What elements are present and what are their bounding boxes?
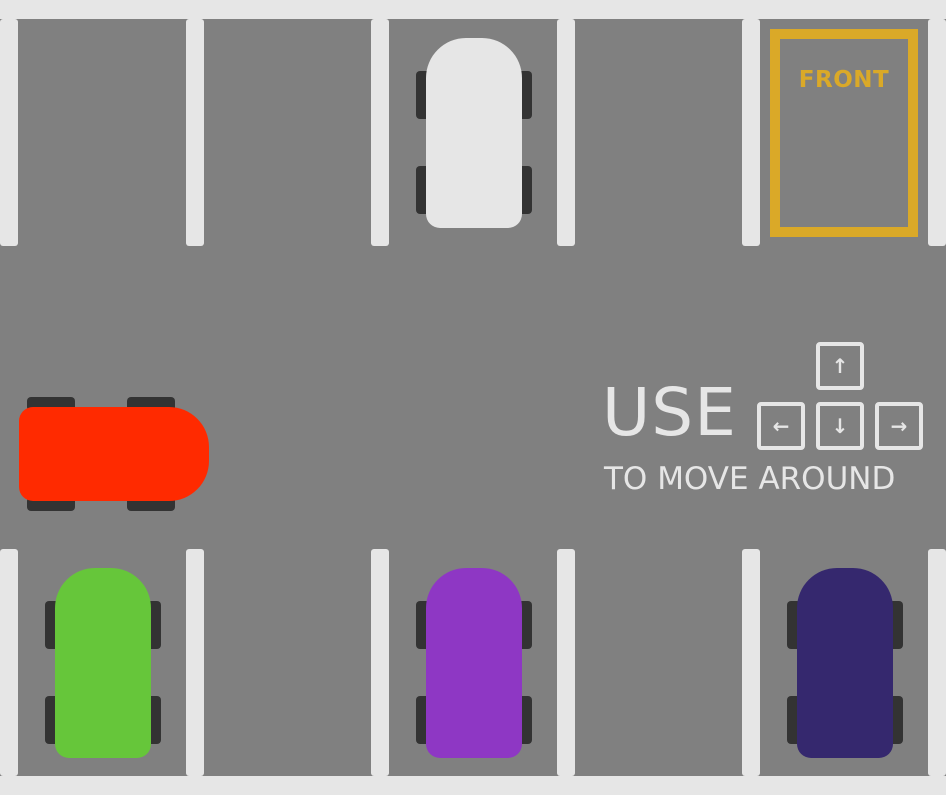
down-arrow-key-icon: ↓ [816,402,864,450]
car-body [426,568,522,758]
parking-line-bottom-3 [371,549,389,776]
right-arrow-key-icon: → [875,402,923,450]
car-body [797,568,893,758]
target-spot-label: FRONT [798,67,890,93]
navy-car [787,568,903,758]
parking-line-bottom-6 [928,549,946,776]
up-arrow-key-icon: ↑ [816,342,864,390]
lot-top-border [0,0,946,19]
parking-line-top-5 [742,19,760,246]
purple-car [416,568,532,758]
parking-line-bottom-5 [742,549,760,776]
white-car [416,38,532,228]
parking-line-top-2 [186,19,204,246]
parking-line-top-4 [557,19,575,246]
parking-line-top-3 [371,19,389,246]
parking-line-bottom-4 [557,549,575,776]
parking-line-top-6 [928,19,946,246]
left-arrow-key-icon: ← [757,402,805,450]
target-parking-spot: FRONT [770,29,918,237]
use-text: USE [602,374,737,451]
parking-line-bottom-2 [186,549,204,776]
green-car [45,568,161,758]
car-body [19,407,209,501]
controls-instructions: USE ↑ ← ↓ → TO MOVE AROUND [600,340,940,510]
parking-lot: FRONT USE ↑ ← ↓ → TO MOVE AROUND [0,0,946,795]
car-body [426,38,522,228]
lot-bottom-border [0,776,946,795]
player-car[interactable] [19,397,209,511]
move-around-text: TO MOVE AROUND [604,461,896,497]
parking-line-top-1 [0,19,18,246]
car-body [55,568,151,758]
parking-line-bottom-1 [0,549,18,776]
